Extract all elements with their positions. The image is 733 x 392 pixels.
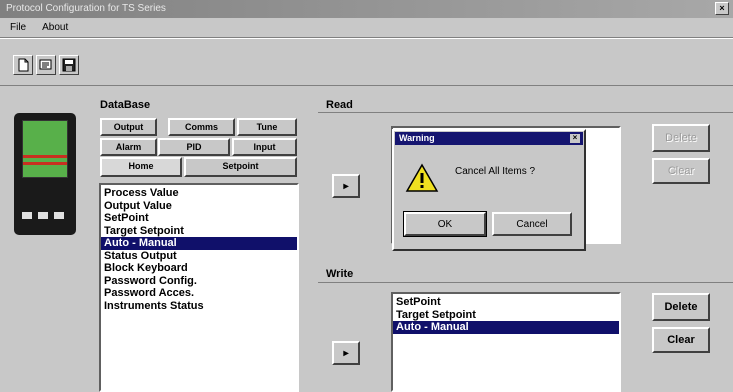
list-item[interactable]: Block Keyboard — [101, 262, 297, 275]
tab-comms[interactable]: Comms — [168, 118, 235, 136]
database-listbox[interactable]: Process Value Output Value SetPoint Targ… — [99, 183, 299, 392]
list-item[interactable]: Password Config. — [101, 275, 297, 288]
write-add-arrow-button[interactable]: ▸ — [332, 341, 360, 365]
dialog-cancel-button[interactable]: Cancel — [492, 212, 572, 236]
write-delete-button[interactable]: Delete — [652, 293, 710, 321]
list-item[interactable]: SetPoint — [101, 212, 297, 225]
new-file-icon — [18, 58, 29, 72]
write-clear-button[interactable]: Clear — [652, 327, 710, 353]
dialog-close-button[interactable]: × — [570, 134, 580, 143]
device-display-bar — [23, 162, 67, 165]
write-label: Write — [326, 268, 354, 280]
save-button[interactable] — [59, 55, 79, 75]
warning-icon — [405, 163, 439, 192]
list-item[interactable]: Instruments Status — [101, 300, 297, 313]
list-item[interactable]: SetPoint — [393, 296, 619, 309]
device-key — [22, 212, 32, 219]
toolbar — [0, 42, 733, 86]
tab-home[interactable]: Home — [100, 157, 182, 177]
tab-setpoint[interactable]: Setpoint — [184, 157, 297, 177]
read-delete-button[interactable]: Delete — [652, 124, 710, 152]
dialog-ok-button[interactable]: OK — [403, 211, 487, 237]
menu-about[interactable]: About — [42, 22, 68, 33]
menu-bar: File About — [0, 20, 733, 36]
read-label: Read — [326, 99, 353, 111]
tab-input[interactable]: Input — [232, 138, 297, 156]
menu-separator — [0, 37, 733, 39]
dialog-title-bar: Warning — [395, 132, 583, 145]
open-file-button[interactable] — [36, 55, 56, 75]
dialog-message: Cancel All Items ? — [455, 166, 536, 177]
window-close-button[interactable]: × — [715, 2, 729, 15]
write-group-border — [318, 282, 733, 283]
list-item-selected[interactable]: Auto - Manual — [101, 237, 297, 250]
read-group-border — [318, 112, 733, 113]
read-clear-button[interactable]: Clear — [652, 158, 710, 184]
list-item[interactable]: Password Acces. — [101, 287, 297, 300]
list-item-selected[interactable]: Auto - Manual — [393, 321, 619, 334]
list-item[interactable]: Output Value — [101, 200, 297, 213]
device-display-bar — [23, 155, 67, 158]
list-item[interactable]: Status Output — [101, 250, 297, 263]
tab-tune[interactable]: Tune — [237, 118, 297, 136]
save-disk-icon — [62, 58, 76, 72]
write-listbox[interactable]: SetPoint Target Setpoint Auto - Manual — [391, 292, 621, 392]
device-display — [22, 120, 68, 178]
tab-pid[interactable]: PID — [158, 138, 230, 156]
tab-output[interactable]: Output — [100, 118, 157, 136]
window-title-bar: Protocol Configuration for TS Series — [0, 0, 733, 18]
list-item[interactable]: Target Setpoint — [393, 309, 619, 322]
database-label: DataBase — [100, 99, 151, 111]
device-key — [54, 212, 64, 219]
list-item[interactable]: Process Value — [101, 187, 297, 200]
new-file-button[interactable] — [13, 55, 33, 75]
open-folder-icon — [39, 59, 52, 70]
list-item[interactable]: Target Setpoint — [101, 225, 297, 238]
device-key — [38, 212, 48, 219]
menu-file[interactable]: File — [10, 22, 26, 33]
window-title: Protocol Configuration for TS Series — [6, 3, 166, 14]
read-add-arrow-button[interactable]: ▸ — [332, 174, 360, 198]
tab-alarm[interactable]: Alarm — [100, 138, 157, 156]
dialog-title: Warning — [399, 133, 435, 143]
